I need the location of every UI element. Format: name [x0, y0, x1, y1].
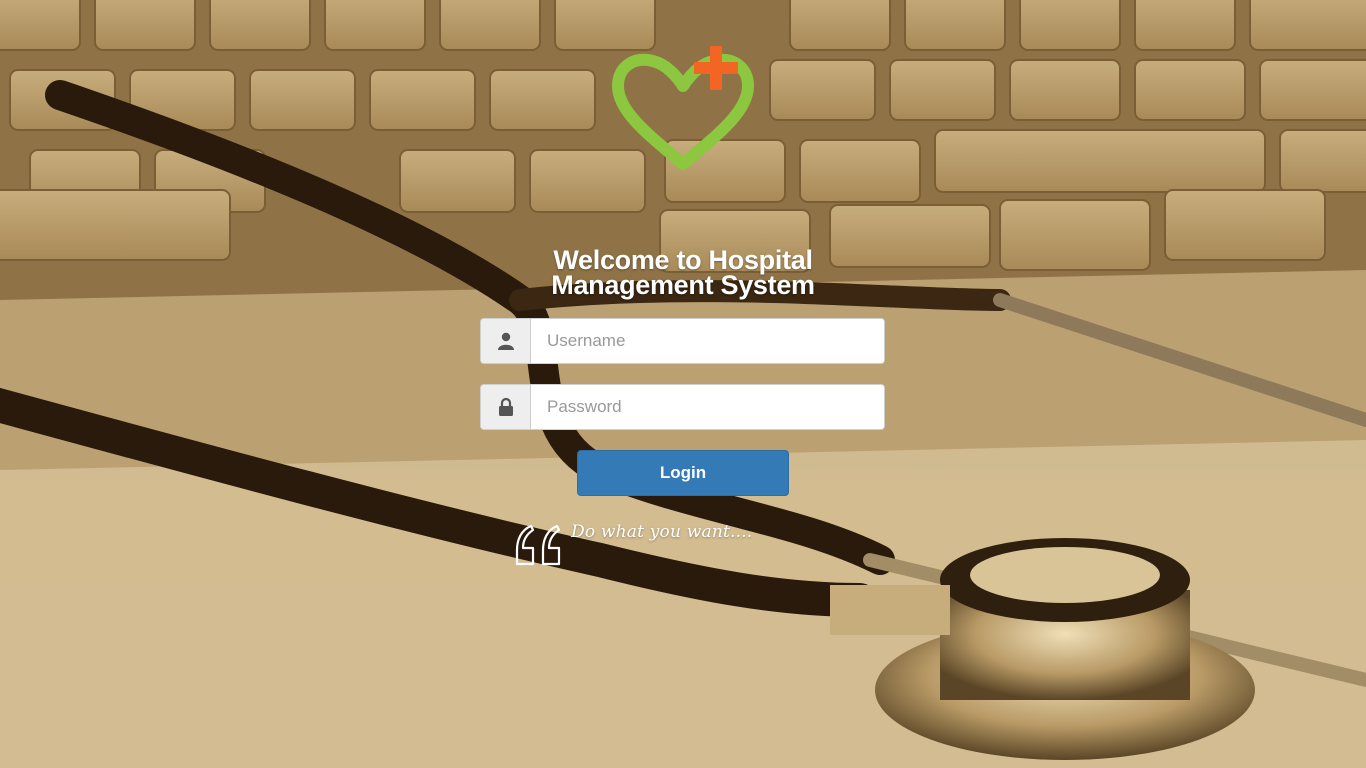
page-title: Welcome to Hospital Management System — [483, 247, 883, 300]
page-title-line-2: Management System — [551, 270, 815, 300]
quote-icon — [513, 520, 565, 570]
username-addon — [481, 319, 531, 363]
quote-text: Do what you want.... — [571, 522, 753, 542]
password-addon — [481, 385, 531, 429]
logo — [610, 46, 756, 172]
login-button[interactable]: Login — [577, 450, 789, 496]
user-icon — [497, 332, 514, 350]
lock-icon — [498, 398, 513, 416]
heart-plus-icon — [612, 46, 754, 170]
password-input[interactable] — [531, 385, 884, 429]
username-input-group — [480, 318, 885, 364]
password-input-group — [480, 384, 885, 430]
username-input[interactable] — [531, 319, 884, 363]
